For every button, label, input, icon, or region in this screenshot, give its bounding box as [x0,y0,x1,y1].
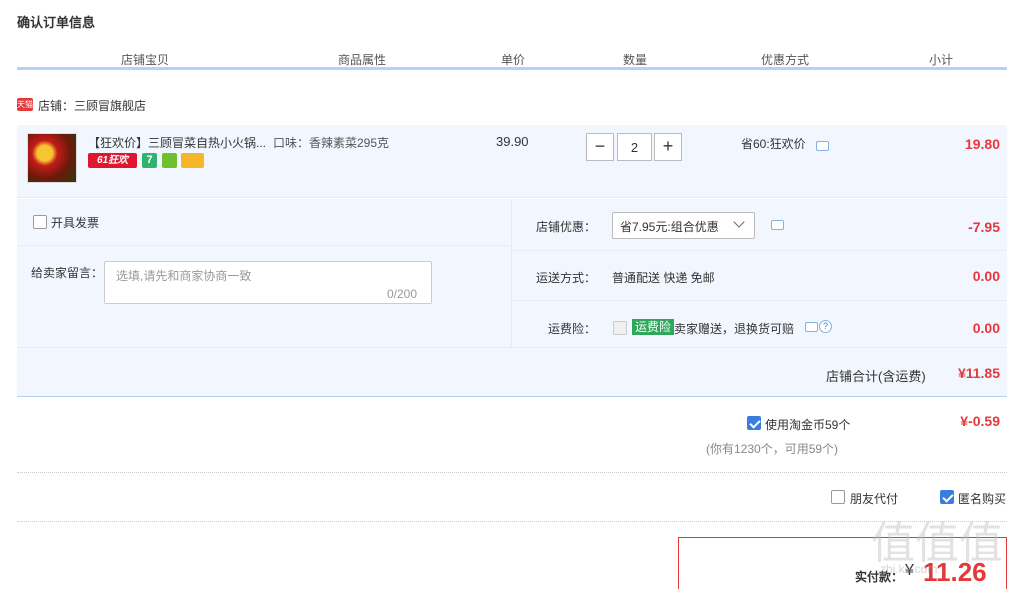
anonymous-label: 匿名购买 [958,492,1007,506]
col-head-qty: 数量 [622,53,647,67]
friend-pay-checkbox[interactable] [831,490,845,504]
col-head-price: 单价 [500,53,525,67]
options-divider [511,199,512,347]
invoice-label: 开具发票 [51,216,100,230]
product-thumbnail[interactable] [27,133,77,183]
product-attribute: 口味：香辣素菜295克 [273,136,390,150]
discount-chat-icon[interactable] [771,220,784,230]
invoice-checkbox[interactable] [33,215,47,229]
divider [17,245,511,246]
divider [17,347,1007,348]
divider [17,521,1007,522]
taobao-coin-label: 使用淘金币59个 [765,418,851,432]
watermark-text: zhi.ke.com [880,562,938,576]
insurance-chat-icon[interactable] [805,322,818,332]
promo-61-badge: 61狂欢 [88,153,137,168]
item-subtotal: 19.80 [964,136,1000,152]
insurance-amount: 0.00 [972,320,1000,336]
shop-discount-value: 省7.95元:组合优惠 [620,220,719,234]
insurance-label: 运费险： [548,322,597,336]
item-promo: 省60:狂欢价 [741,137,806,151]
header-divider [17,67,1007,70]
memo-label: 给卖家留言： [31,266,104,280]
memo-placeholder: 选填,请先和商家协商一致 [116,269,252,283]
card-icon [181,153,204,168]
help-icon[interactable]: ? [819,320,832,333]
quantity-increase-button[interactable]: + [654,133,682,161]
divider [512,250,1007,251]
page-title: 确认订单信息 [17,15,96,30]
insurance-checkbox [613,321,627,335]
col-head-subtotal: 小计 [928,53,953,67]
quantity-decrease-button[interactable]: − [586,133,614,161]
taobao-coin-note: (你有1230个，可用59个) [706,442,839,456]
shop-total-amount: ¥11.85 [957,365,1000,381]
anonymous-checkbox[interactable] [940,490,954,504]
shop-discount-label: 店铺优惠： [536,220,597,234]
insurance-tag: 运费险 [632,319,675,335]
friend-pay-label: 朋友代付 [850,492,899,506]
shipping-value: 普通配送 快递 免邮 [612,271,715,285]
gift-icon [162,153,177,168]
seven-day-return-icon: 7 [142,153,157,168]
unit-price: 39.90 [496,134,529,149]
taobao-coin-amount: ¥-0.59 [960,413,1000,429]
taobao-coin-checkbox[interactable] [747,416,761,430]
quantity-input[interactable] [617,133,652,161]
promo-chat-icon[interactable] [816,141,829,151]
tmall-icon: 天猫 [17,98,33,111]
shipping-amount: 0.00 [972,268,1000,284]
shipping-label: 运送方式： [536,271,597,285]
shop-total-label: 店铺合计(含运费) [826,369,926,384]
divider [512,300,1007,301]
product-title[interactable]: 【狂欢价】三顾冒菜自热小火锅... [88,134,268,151]
divider [17,472,1007,473]
col-head-attr: 商品属性 [337,53,386,67]
shop-name[interactable]: 店铺：三顾冒旗舰店 [38,97,146,114]
col-head-promo: 优惠方式 [760,53,809,67]
col-head-item: 店铺宝贝 [120,53,169,67]
insurance-desc: 卖家赠送，退换货可赔 [674,322,795,336]
shop-discount-amount: -7.95 [968,219,1000,235]
memo-char-count: 0/200 [387,287,418,301]
